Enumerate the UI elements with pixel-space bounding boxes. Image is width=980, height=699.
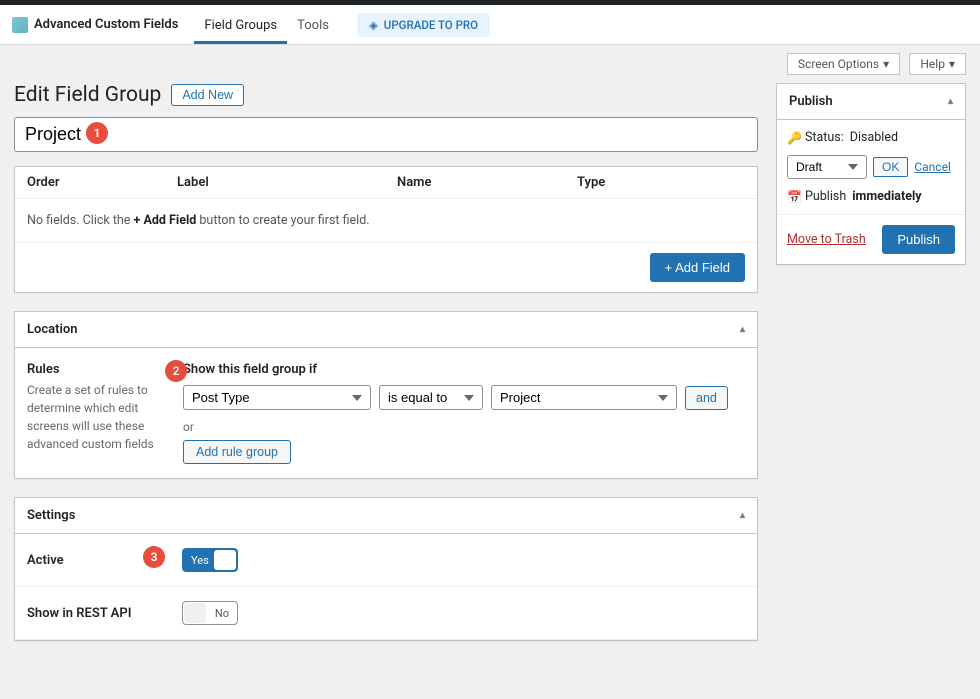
acf-logo-icon <box>12 17 28 33</box>
rest-toggle[interactable]: No <box>182 601 238 625</box>
status-select[interactable]: Draft <box>787 155 867 179</box>
publish-actions: Move to Trash Publish <box>777 214 965 264</box>
rest-toggle-value: No <box>215 607 229 620</box>
publish-title: Publish <box>789 94 833 109</box>
brand-label: Advanced Custom Fields <box>34 17 178 32</box>
schedule-row: 📅 Publish immediately <box>787 189 955 204</box>
rule-value-select[interactable]: Project <box>491 385 677 410</box>
add-rule-group-button[interactable]: Add rule group <box>183 440 291 464</box>
publish-postbox: Publish ▴ 🔑 Status: Disabled Draft OK Ca… <box>776 83 966 265</box>
show-if-label: Show this field group if <box>183 362 745 377</box>
add-field-button[interactable]: + Add Field <box>650 253 745 282</box>
status-label: Status: <box>805 130 844 145</box>
brand: Advanced Custom Fields <box>12 17 178 33</box>
help-button[interactable]: Help ▾ <box>909 53 966 75</box>
rules-editor: 2 Show this field group if Post Type is … <box>183 362 745 464</box>
empty-bold: + Add Field <box>134 213 197 228</box>
empty-suffix: button to create your first field. <box>196 213 369 228</box>
fields-header-row: Order Label Name Type <box>15 167 757 199</box>
or-label: or <box>183 420 745 434</box>
status-ok-button[interactable]: OK <box>873 157 908 177</box>
rule-param-select[interactable]: Post Type <box>183 385 371 410</box>
chevron-up-icon: ▴ <box>740 324 745 335</box>
upgrade-to-pro-button[interactable]: ◈ UPGRADE TO PRO <box>357 13 490 37</box>
title-wrap: 1 <box>14 117 758 166</box>
status-row: 🔑 Status: Disabled <box>787 130 955 145</box>
fields-toolbar: + Add Field <box>15 242 757 292</box>
active-toggle-value: Yes <box>191 554 209 567</box>
setting-rest-row: Show in REST API No <box>15 587 757 640</box>
schedule-prefix: Publish <box>805 189 846 204</box>
chevron-down-icon: ▾ <box>949 57 955 71</box>
settings-postbox: Settings ▴ 3 Active Yes Show in REST API… <box>14 497 758 641</box>
callout-3: 3 <box>143 546 165 568</box>
sidebar: Publish ▴ 🔑 Status: Disabled Draft OK Ca… <box>776 83 966 265</box>
key-icon: 🔑 <box>787 131 799 145</box>
rest-label: Show in REST API <box>27 606 182 621</box>
move-to-trash-link[interactable]: Move to Trash <box>787 232 866 247</box>
schedule-value: immediately <box>852 189 921 204</box>
location-postbox: Location ▴ Rules Create a set of rules t… <box>14 311 758 479</box>
empty-prefix: No fields. Click the <box>27 213 134 228</box>
add-new-button[interactable]: Add New <box>171 84 244 106</box>
rule-group: Post Type is equal to Project and <box>183 385 745 410</box>
page-title: Edit Field Group <box>14 83 161 107</box>
col-label: Label <box>165 167 385 199</box>
status-value: Disabled <box>850 130 898 145</box>
toggle-knob <box>214 550 236 570</box>
tab-tools[interactable]: Tools <box>287 6 339 44</box>
status-edit-row: Draft OK Cancel <box>787 155 955 179</box>
empty-fields-row: No fields. Click the + Add Field button … <box>15 199 757 243</box>
toggle-knob <box>184 603 206 623</box>
screen-meta-links: Screen Options ▾ Help ▾ <box>0 45 980 75</box>
upgrade-label: UPGRADE TO PRO <box>384 18 478 32</box>
location-inner: Rules Create a set of rules to determine… <box>15 348 757 478</box>
publish-heading[interactable]: Publish ▴ <box>777 84 965 120</box>
heading-row: Edit Field Group Add New <box>14 83 758 107</box>
rule-operator-select[interactable]: is equal to <box>379 385 483 410</box>
rules-label: Rules <box>27 362 167 377</box>
screen-options-button[interactable]: Screen Options ▾ <box>787 53 900 75</box>
rules-desc: Create a set of rules to determine which… <box>27 381 167 453</box>
publish-inner: 🔑 Status: Disabled Draft OK Cancel 📅 Pub… <box>777 120 965 204</box>
chevron-up-icon: ▴ <box>948 96 953 107</box>
publish-button[interactable]: Publish <box>882 225 955 254</box>
tab-field-groups[interactable]: Field Groups <box>194 6 287 44</box>
main-column: Edit Field Group Add New 1 Order Label N… <box>14 83 758 659</box>
col-name: Name <box>385 167 565 199</box>
fields-postbox: Order Label Name Type No fields. Click t… <box>14 166 758 293</box>
status-cancel-link[interactable]: Cancel <box>914 160 951 174</box>
chevron-up-icon: ▴ <box>740 510 745 521</box>
chevron-down-icon: ▾ <box>883 57 889 71</box>
location-heading[interactable]: Location ▴ <box>15 312 757 348</box>
col-order: Order <box>15 167 165 199</box>
calendar-icon: 📅 <box>787 190 799 204</box>
settings-heading[interactable]: Settings ▴ <box>15 498 757 534</box>
active-toggle[interactable]: Yes <box>182 548 238 572</box>
col-type: Type <box>565 167 757 199</box>
acf-topbar: Advanced Custom Fields Field Groups Tool… <box>0 5 980 45</box>
rules-label-col: Rules Create a set of rules to determine… <box>27 362 167 464</box>
content: Edit Field Group Add New 1 Order Label N… <box>0 75 980 699</box>
and-button[interactable]: and <box>685 386 728 410</box>
location-title: Location <box>27 322 78 337</box>
setting-active-row: 3 Active Yes <box>15 534 757 587</box>
fields-table: Order Label Name Type No fields. Click t… <box>15 167 757 242</box>
diamond-icon: ◈ <box>369 18 378 32</box>
callout-1: 1 <box>86 122 108 144</box>
group-title-input[interactable] <box>14 117 758 152</box>
callout-2: 2 <box>165 360 187 382</box>
